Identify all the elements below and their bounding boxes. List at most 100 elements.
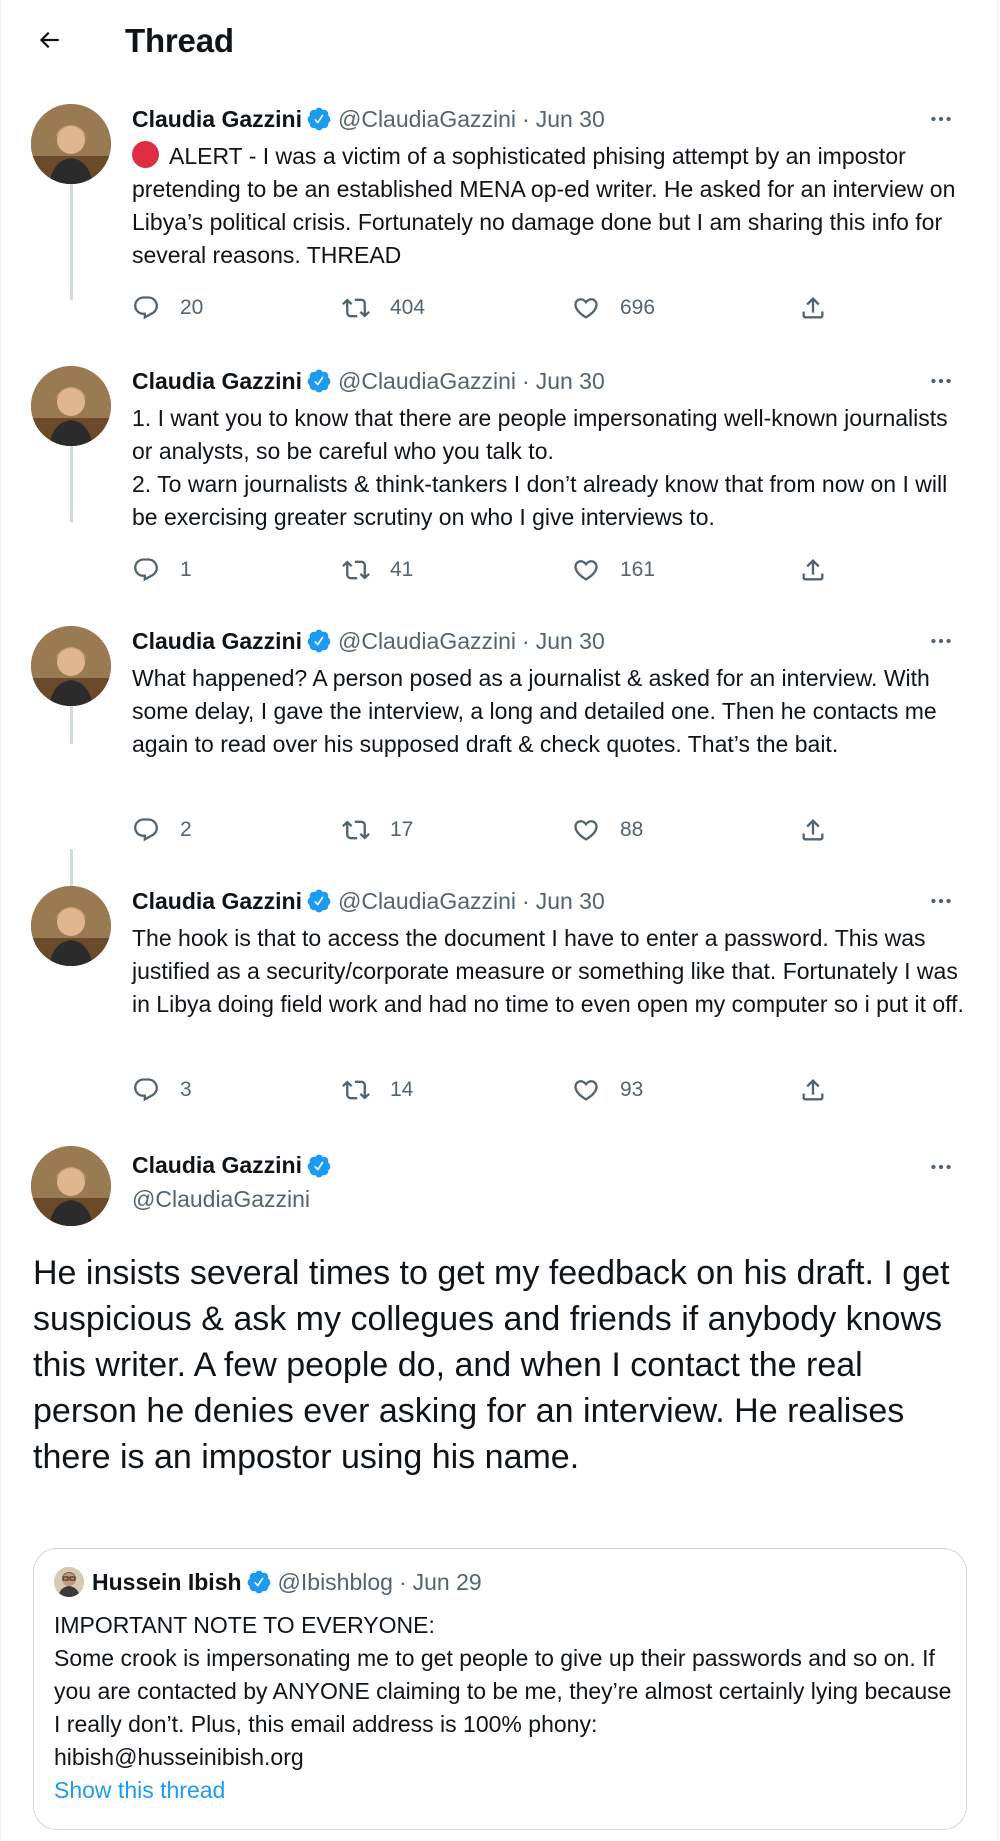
author-handle[interactable]: @ClaudiaGazzini xyxy=(338,888,516,915)
more-button[interactable] xyxy=(921,626,961,656)
tweet[interactable]: Claudia Gazzini @ClaudiaGazzini · Jun 30… xyxy=(1,366,997,596)
share-icon xyxy=(802,819,824,841)
author-handle[interactable]: @ClaudiaGazzini xyxy=(338,628,516,655)
author-name[interactable]: Claudia Gazzini xyxy=(132,888,302,915)
tweet-date[interactable]: Jun 30 xyxy=(536,106,605,133)
tweet-date[interactable]: Jun 30 xyxy=(536,888,605,915)
more-button[interactable] xyxy=(921,104,961,134)
tweet-header: Claudia Gazzini @ClaudiaGazzini · Jun 30 xyxy=(132,886,605,916)
reply-icon xyxy=(134,296,158,320)
tweet-header: Claudia Gazzini @ClaudiaGazzini · Jun 30 xyxy=(132,104,605,134)
tweet-date: Jun 29 xyxy=(412,1568,482,1595)
tweet-actions: 2 17 88 xyxy=(132,812,832,848)
quoted-tweet[interactable]: Hussein Ibish @Ibishblog · Jun 29 IMPORT… xyxy=(33,1548,967,1830)
author-name: Hussein Ibish xyxy=(92,1568,242,1595)
more-horizontal-icon xyxy=(931,378,951,384)
tweet-text: ALERT - I was a victim of a sophisticate… xyxy=(132,140,972,272)
author-handle[interactable]: @ClaudiaGazzini xyxy=(132,1186,310,1213)
tweet-actions: 20 404 696 xyxy=(132,290,832,326)
tweet[interactable]: Claudia Gazzini @ClaudiaGazzini · Jun 30… xyxy=(1,104,997,334)
retweet-count: 41 xyxy=(390,558,414,581)
red-circle-emoji-icon xyxy=(132,141,159,168)
retweet-button[interactable]: 17 xyxy=(342,812,413,848)
reply-icon xyxy=(134,1078,158,1102)
author-name[interactable]: Claudia Gazzini xyxy=(132,106,302,133)
more-button[interactable] xyxy=(921,1152,961,1182)
avatar[interactable] xyxy=(31,104,111,184)
retweet-button[interactable]: 404 xyxy=(342,290,425,326)
separator-dot: · xyxy=(522,887,530,914)
like-button[interactable]: 88 xyxy=(572,812,643,848)
heart-icon xyxy=(574,560,598,581)
share-button[interactable] xyxy=(799,1072,847,1108)
tweet-date[interactable]: Jun 30 xyxy=(536,628,605,655)
tweet[interactable]: Claudia Gazzini @ClaudiaGazzini · Jun 30… xyxy=(1,626,997,856)
reply-button[interactable]: 1 xyxy=(132,552,192,588)
retweet-icon xyxy=(342,298,370,318)
share-button[interactable] xyxy=(799,552,847,588)
tweet-header: Claudia Gazzini @ClaudiaGazzini · Jun 30 xyxy=(132,626,605,656)
verified-badge-icon xyxy=(307,1154,331,1177)
tweet-header: Claudia Gazzini @ClaudiaGazzini · Jun 30 xyxy=(132,366,605,396)
reply-button[interactable]: 3 xyxy=(132,1072,192,1108)
share-button[interactable] xyxy=(799,812,847,848)
separator-dot: · xyxy=(522,627,530,654)
heart-icon xyxy=(574,820,598,841)
more-button[interactable] xyxy=(921,886,961,916)
separator-dot: · xyxy=(522,367,530,394)
verified-badge-icon xyxy=(307,629,331,653)
show-thread-link[interactable]: Show this thread xyxy=(54,1777,225,1804)
tweet-date[interactable]: Jun 30 xyxy=(536,368,605,395)
separator-dot: · xyxy=(522,105,530,132)
avatar[interactable] xyxy=(31,626,111,706)
tweet-actions: 1 41 161 xyxy=(132,552,832,588)
arrow-left-icon xyxy=(39,31,59,49)
more-button[interactable] xyxy=(921,366,961,396)
reply-count: 2 xyxy=(180,818,192,841)
share-button[interactable] xyxy=(799,290,847,326)
retweet-count: 17 xyxy=(390,818,414,841)
tweet-body: ALERT - I was a victim of a sophisticate… xyxy=(132,143,956,268)
reply-button[interactable]: 2 xyxy=(132,812,192,848)
heart-icon xyxy=(574,298,598,319)
like-count: 88 xyxy=(620,818,644,841)
verified-badge-icon xyxy=(307,889,331,913)
author-handle[interactable]: @ClaudiaGazzini xyxy=(338,106,516,133)
retweet-icon xyxy=(342,560,370,580)
main-tweet-author: Claudia Gazzini xyxy=(132,1152,338,1179)
tweet[interactable]: Claudia Gazzini @ClaudiaGazzini · Jun 30… xyxy=(1,886,997,1116)
retweet-button[interactable]: 41 xyxy=(342,552,413,588)
like-button[interactable]: 696 xyxy=(572,290,655,326)
like-button[interactable]: 161 xyxy=(572,552,655,588)
avatar[interactable] xyxy=(31,1146,111,1226)
reply-count: 1 xyxy=(180,558,192,581)
author-name[interactable]: Claudia Gazzini xyxy=(132,1152,302,1179)
like-count: 93 xyxy=(620,1078,644,1101)
thread-header: Thread xyxy=(1,0,997,82)
retweet-button[interactable]: 14 xyxy=(342,1072,413,1108)
avatar[interactable] xyxy=(31,886,111,966)
like-button[interactable]: 93 xyxy=(572,1072,643,1108)
reply-icon xyxy=(134,558,158,582)
tweet-text: The hook is that to access the document … xyxy=(132,925,964,1017)
avatar[interactable] xyxy=(54,1567,84,1597)
tweet-text: 1. I want you to know that there are peo… xyxy=(132,405,948,530)
verified-badge-icon xyxy=(247,1570,270,1594)
heart-icon xyxy=(574,1080,598,1101)
share-icon xyxy=(802,297,824,319)
author-name[interactable]: Claudia Gazzini xyxy=(132,628,302,655)
page-title: Thread xyxy=(125,22,234,59)
reply-icon xyxy=(134,818,158,842)
thread-page: Thread Claudia Gazzini @ClaudiaGazzini ·… xyxy=(0,0,998,1841)
quoted-tweet-text: IMPORTANT NOTE TO EVERYONE: Some crook i… xyxy=(54,1612,952,1770)
author-handle[interactable]: @ClaudiaGazzini xyxy=(338,368,516,395)
retweet-count: 404 xyxy=(390,296,426,319)
retweet-icon xyxy=(342,820,370,840)
avatar[interactable] xyxy=(31,366,111,446)
tweet-actions: 3 14 93 xyxy=(132,1072,832,1108)
more-horizontal-icon xyxy=(931,638,951,644)
like-count: 696 xyxy=(620,296,656,319)
back-button[interactable] xyxy=(29,20,69,60)
reply-button[interactable]: 20 xyxy=(132,290,203,326)
author-name[interactable]: Claudia Gazzini xyxy=(132,368,302,395)
